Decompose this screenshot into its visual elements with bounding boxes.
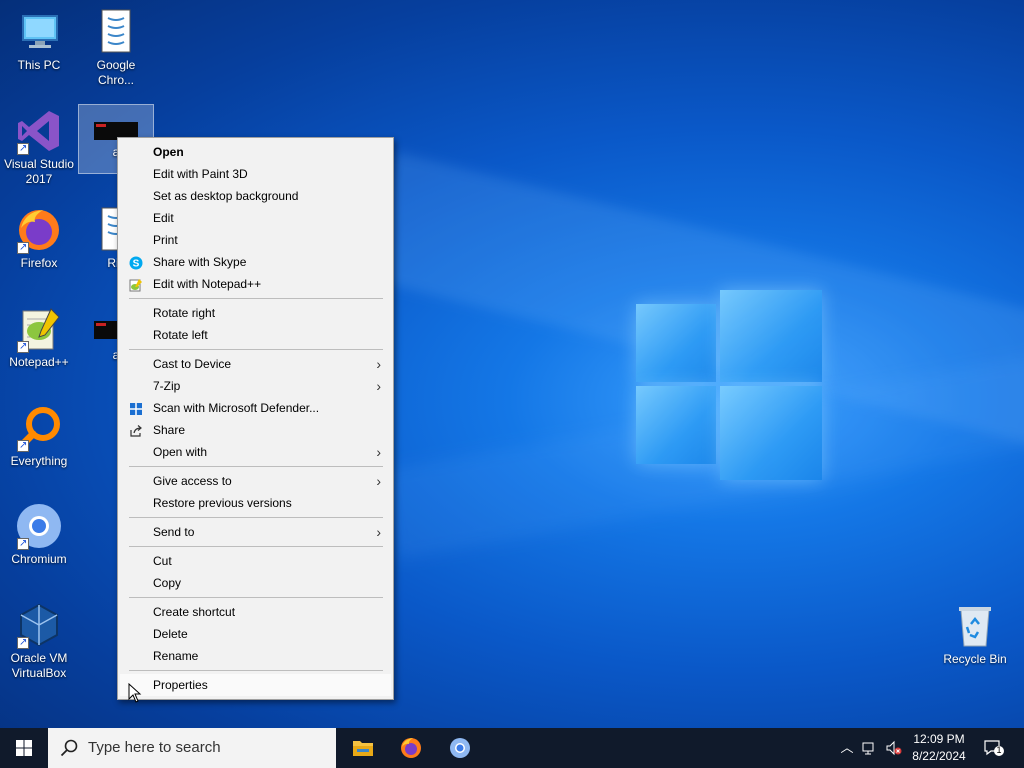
clock-time: 12:09 PM <box>913 732 965 746</box>
chromium-icon <box>450 738 470 758</box>
menu-separator <box>129 466 383 467</box>
mouse-cursor-icon <box>128 683 142 703</box>
svg-text:S: S <box>133 259 140 270</box>
menu-item-7zip[interactable]: 7-Zip › <box>120 375 391 397</box>
icon-label: Oracle VM VirtualBox <box>10 651 68 680</box>
menu-item-share[interactable]: Share <box>120 419 391 441</box>
menu-item-edit-paint3d[interactable]: Edit with Paint 3D <box>120 163 391 185</box>
magnifier-icon <box>15 404 63 453</box>
chevron-right-icon: › <box>376 444 381 460</box>
search-icon <box>60 739 78 757</box>
taskbar-clock[interactable]: 12:09 PM 8/22/2024 <box>900 731 978 765</box>
menu-item-send-to[interactable]: Send to › <box>120 521 391 543</box>
menu-item-set-background[interactable]: Set as desktop background <box>120 185 391 207</box>
taskbar: Type here to search ︿ 12:09 PM 8/22/2024… <box>0 728 1024 768</box>
search-placeholder: Type here to search <box>88 739 221 756</box>
desktop-icon-notepadpp[interactable]: Notepad++ <box>1 305 77 370</box>
desktop: This PC Google Chro... Visual Studio 201… <box>0 0 1024 728</box>
notepadpp-icon <box>15 305 63 354</box>
desktop-icon-this-pc[interactable]: This PC <box>1 8 77 73</box>
chevron-up-icon[interactable]: ︿ <box>838 739 856 757</box>
menu-item-rename[interactable]: Rename <box>120 645 391 667</box>
script-file-icon <box>92 8 140 56</box>
chevron-right-icon: › <box>376 356 381 372</box>
share-icon <box>129 423 143 437</box>
menu-item-cast-to-device[interactable]: Cast to Device › <box>120 353 391 375</box>
desktop-icon-visual-studio[interactable]: Visual Studio 2017 <box>1 107 77 187</box>
chevron-right-icon: › <box>376 473 381 489</box>
menu-separator <box>129 546 383 547</box>
menu-item-create-shortcut[interactable]: Create shortcut <box>120 601 391 623</box>
menu-item-copy[interactable]: Copy <box>120 572 391 594</box>
recycle-bin-icon <box>951 602 999 650</box>
icon-label: Notepad++ <box>9 355 69 369</box>
chevron-right-icon: › <box>376 378 381 394</box>
skype-icon: S <box>129 255 143 270</box>
taskbar-chromium[interactable] <box>436 728 484 768</box>
menu-item-open-with[interactable]: Open with › <box>120 441 391 463</box>
menu-separator <box>129 670 383 671</box>
menu-item-print[interactable]: Print <box>120 229 391 251</box>
icon-label: Visual Studio 2017 <box>4 157 74 186</box>
notepadpp-icon <box>129 277 143 292</box>
taskbar-file-explorer[interactable] <box>338 728 386 768</box>
monitor-icon <box>15 8 63 56</box>
windows-start-icon <box>16 740 32 756</box>
firefox-icon <box>401 738 421 758</box>
desktop-icon-virtualbox[interactable]: Oracle VM VirtualBox <box>1 601 77 681</box>
desktop-icon-chromium[interactable]: Chromium <box>1 502 77 567</box>
visual-studio-icon <box>15 107 63 156</box>
context-menu: Open Edit with Paint 3D Set as desktop b… <box>117 137 394 700</box>
icon-label: This PC <box>17 58 61 72</box>
menu-item-properties[interactable]: Properties <box>120 674 391 696</box>
clock-date: 8/22/2024 <box>912 749 966 763</box>
icon-label: Firefox <box>20 256 58 270</box>
icon-label: Google Chro... <box>96 58 136 87</box>
menu-item-rotate-right[interactable]: Rotate right <box>120 302 391 324</box>
desktop-icon-firefox[interactable]: Firefox <box>1 206 77 271</box>
menu-item-rotate-left[interactable]: Rotate left <box>120 324 391 346</box>
desktop-icon-google-chrome[interactable]: Google Chro... <box>78 8 154 88</box>
taskbar-search-box[interactable]: Type here to search <box>48 728 336 768</box>
menu-item-restore-versions[interactable]: Restore previous versions <box>120 492 391 514</box>
notification-count: 1 <box>996 745 1002 755</box>
menu-separator <box>129 349 383 350</box>
folder-icon <box>353 741 373 756</box>
network-icon[interactable] <box>861 739 879 757</box>
virtualbox-icon <box>15 601 63 650</box>
chromium-icon <box>15 502 63 551</box>
menu-item-open[interactable]: Open <box>120 141 391 163</box>
icon-label: Everything <box>10 454 68 468</box>
menu-item-cut[interactable]: Cut <box>120 550 391 572</box>
desktop-icon-everything[interactable]: Everything <box>1 404 77 469</box>
menu-separator <box>129 298 383 299</box>
defender-shield-icon <box>129 401 143 415</box>
icon-label: Chromium <box>11 552 67 566</box>
menu-item-edit-notepadpp[interactable]: Edit with Notepad++ <box>120 273 391 295</box>
action-center-icon[interactable]: 1 <box>983 739 1005 757</box>
menu-item-edit[interactable]: Edit <box>120 207 391 229</box>
desktop-icon-recycle-bin[interactable]: Recycle Bin <box>937 602 1013 667</box>
windows-logo-wallpaper <box>636 290 822 480</box>
menu-item-scan-defender[interactable]: Scan with Microsoft Defender... <box>120 397 391 419</box>
menu-item-delete[interactable]: Delete <box>120 623 391 645</box>
chevron-right-icon: › <box>376 524 381 540</box>
start-button[interactable] <box>0 728 48 768</box>
menu-item-share-skype[interactable]: S Share with Skype <box>120 251 391 273</box>
firefox-icon <box>15 206 63 255</box>
menu-separator <box>129 517 383 518</box>
icon-label: Recycle Bin <box>943 652 1007 666</box>
taskbar-firefox[interactable] <box>387 728 435 768</box>
menu-separator <box>129 597 383 598</box>
menu-item-give-access[interactable]: Give access to › <box>120 470 391 492</box>
